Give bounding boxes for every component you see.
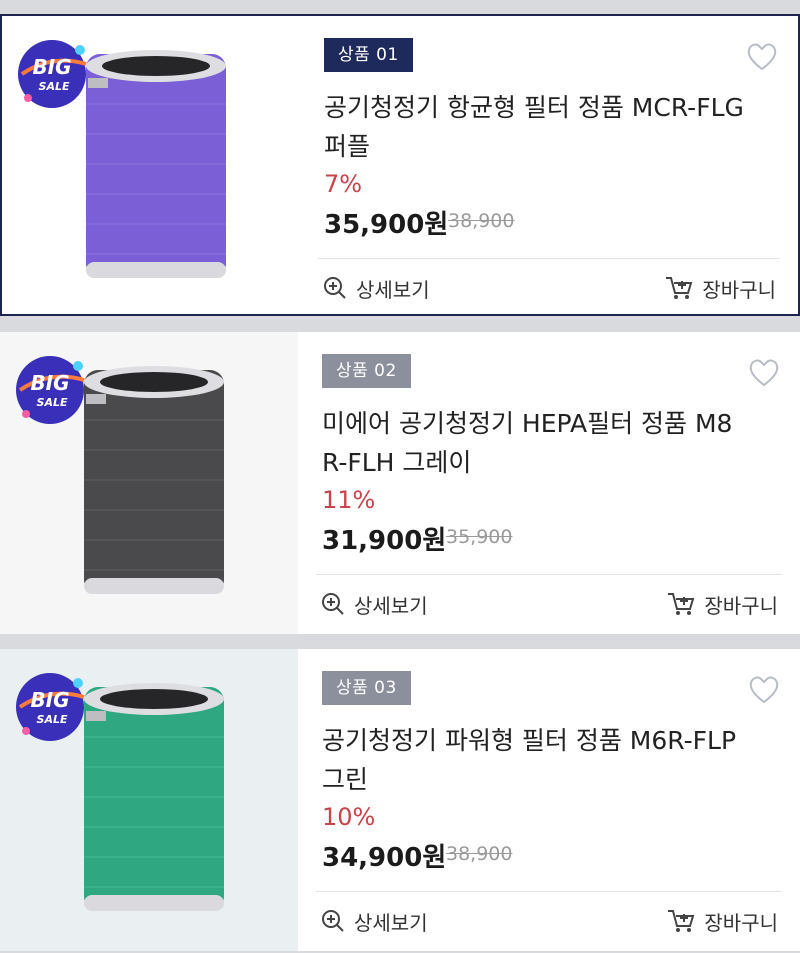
product-title[interactable]: 공기청정기 항균형 필터 정품 MCR-FLG 퍼플 xyxy=(324,88,744,166)
sale-price: 35,900원 xyxy=(324,210,449,240)
add-to-cart-label: 장바구니 xyxy=(702,277,776,302)
svg-text:BIG: BIG xyxy=(32,55,71,79)
big-sale-badge: BIG SALE xyxy=(12,34,92,114)
discount-rate: 10% xyxy=(322,803,376,831)
product-title[interactable]: 미에어 공기청정기 HEPA필터 정품 M8R-FLH 그레이 xyxy=(322,404,742,482)
heart-icon[interactable] xyxy=(748,675,780,705)
discount-rate: 11% xyxy=(322,486,376,514)
product-list: BIG SALE 상품 01 공기청정기 항균형 필터 정품 MCR-FLG 퍼… xyxy=(0,0,800,953)
original-price: 38,900 xyxy=(446,843,513,865)
product-title[interactable]: 공기청정기 파워형 필터 정품 M6R-FLP 그린 xyxy=(322,721,742,799)
svg-text:SALE: SALE xyxy=(37,713,68,726)
divider xyxy=(316,574,782,575)
big-sale-badge: BIG SALE xyxy=(10,350,90,430)
svg-text:BIG: BIG xyxy=(30,371,69,395)
big-sale-badge: BIG SALE xyxy=(10,667,90,747)
svg-text:BIG: BIG xyxy=(30,688,69,712)
detail-view-button[interactable]: 상세보기 xyxy=(322,270,430,306)
original-price: 38,900 xyxy=(448,210,515,232)
detail-view-button[interactable]: 상세보기 xyxy=(320,586,428,622)
detail-view-label: 상세보기 xyxy=(356,277,430,302)
product-thumbnail[interactable]: BIG SALE xyxy=(0,649,298,951)
detail-view-button[interactable]: 상세보기 xyxy=(320,903,428,939)
heart-icon[interactable] xyxy=(746,42,778,72)
add-to-cart-label: 장바구니 xyxy=(704,593,778,618)
discount-rate: 7% xyxy=(324,170,363,198)
divider xyxy=(318,258,780,259)
product-tag: 상품 03 xyxy=(322,671,411,705)
sale-price: 34,900원 xyxy=(322,843,447,873)
product-thumbnail[interactable]: BIG SALE xyxy=(2,16,300,314)
product-info: 상품 02 미에어 공기청정기 HEPA필터 정품 M8R-FLH 그레이 11… xyxy=(298,332,800,634)
product-card[interactable]: BIG SALE 상품 02 미에어 공기청정기 HEPA필터 정품 M8R-F… xyxy=(0,332,800,634)
original-price: 35,900 xyxy=(446,526,513,548)
svg-text:SALE: SALE xyxy=(39,80,70,93)
sale-price: 31,900원 xyxy=(322,526,447,556)
add-to-cart-label: 장바구니 xyxy=(704,910,778,935)
svg-text:SALE: SALE xyxy=(37,396,68,409)
product-info: 상품 03 공기청정기 파워형 필터 정품 M6R-FLP 그린 10% 34,… xyxy=(298,649,800,951)
product-thumbnail[interactable]: BIG SALE xyxy=(0,332,298,634)
product-tag: 상품 02 xyxy=(322,354,411,388)
add-to-cart-button[interactable]: 장바구니 xyxy=(666,903,778,939)
green-filter-image xyxy=(84,683,224,911)
detail-view-label: 상세보기 xyxy=(354,910,428,935)
product-card[interactable]: BIG SALE 상품 03 공기청정기 파워형 필터 정품 M6R-FLP 그… xyxy=(0,649,800,951)
purple-filter-image xyxy=(86,50,226,278)
cart-icon xyxy=(666,277,693,299)
add-to-cart-button[interactable]: 장바구니 xyxy=(664,270,776,306)
product-card[interactable]: BIG SALE 상품 01 공기청정기 항균형 필터 정품 MCR-FLG 퍼… xyxy=(0,14,800,316)
zoom-in-icon xyxy=(322,593,344,615)
divider xyxy=(316,891,782,892)
zoom-in-icon xyxy=(324,277,346,299)
product-info: 상품 01 공기청정기 항균형 필터 정품 MCR-FLG 퍼플 7% 35,9… xyxy=(300,16,798,314)
cart-icon xyxy=(668,593,695,615)
add-to-cart-button[interactable]: 장바구니 xyxy=(666,586,778,622)
gray-filter-image xyxy=(84,366,224,594)
cart-icon xyxy=(668,910,695,932)
heart-icon[interactable] xyxy=(748,358,780,388)
product-tag: 상품 01 xyxy=(324,38,413,72)
detail-view-label: 상세보기 xyxy=(354,593,428,618)
zoom-in-icon xyxy=(322,910,344,932)
